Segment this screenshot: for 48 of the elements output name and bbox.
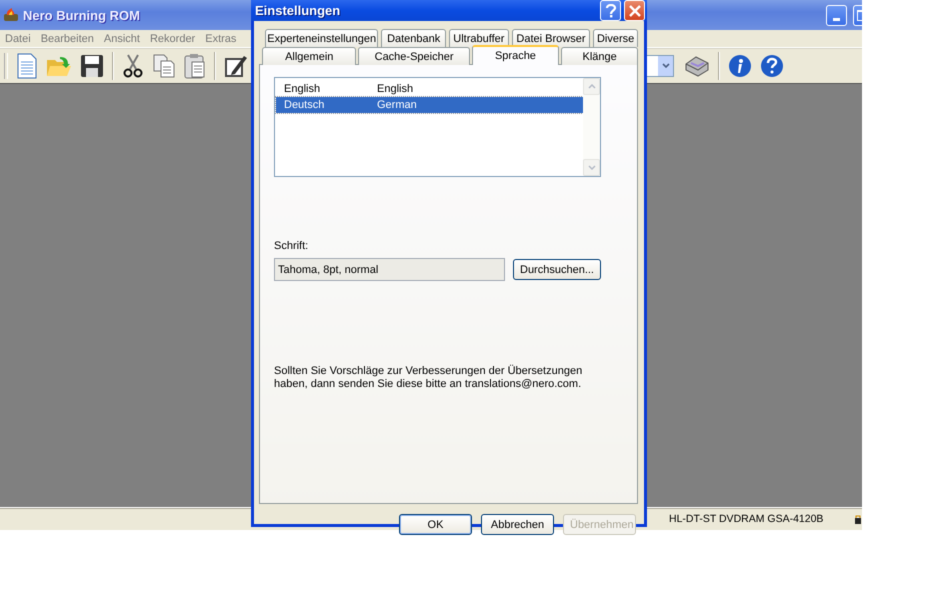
tab[interactable]: Datenbank bbox=[381, 29, 446, 47]
font-field[interactable]: Tahoma, 8pt, normal bbox=[274, 258, 505, 281]
help-button[interactable] bbox=[600, 0, 621, 21]
save-icon[interactable] bbox=[80, 54, 104, 78]
language-native-name: English bbox=[377, 83, 414, 95]
tab[interactable]: Klänge bbox=[561, 47, 638, 65]
minimize-button[interactable] bbox=[826, 4, 847, 26]
tab[interactable]: Diverse bbox=[593, 29, 638, 47]
caret-icon bbox=[662, 63, 670, 69]
info-icon[interactable] bbox=[728, 54, 752, 78]
tab[interactable]: Datei Browser bbox=[512, 29, 590, 47]
dialog-title: Einstellungen bbox=[255, 3, 340, 18]
flame-icon bbox=[3, 8, 19, 22]
language-name: Deutsch bbox=[284, 99, 326, 111]
close-button[interactable] bbox=[624, 0, 645, 21]
copy-icon[interactable] bbox=[152, 54, 176, 78]
new-document-icon[interactable] bbox=[16, 53, 38, 79]
browse-button[interactable]: Durchsuchen... bbox=[513, 259, 601, 280]
status-text: HL-DT-ST DVDRAM GSA-4120B bbox=[668, 513, 824, 525]
lock-icon bbox=[855, 514, 861, 524]
menu-item[interactable]: Bearbeiten bbox=[40, 32, 94, 44]
scissors-icon[interactable] bbox=[122, 54, 144, 78]
tab[interactable]: Sprache bbox=[472, 45, 560, 65]
tab[interactable]: Cache-Speicher bbox=[358, 47, 470, 65]
note-text: Sollten Sie Vorschläge zur Verbesserungen der Übersetzungen haben, dann senden Sie diese bitte an translations@nero.com. bbox=[274, 365, 584, 391]
font-label: Schrift: bbox=[274, 240, 310, 252]
drive-icon[interactable] bbox=[684, 54, 710, 78]
help-icon[interactable] bbox=[760, 54, 784, 78]
dialog-button[interactable]: Abbrechen bbox=[481, 514, 554, 535]
pencil-icon[interactable] bbox=[224, 54, 248, 78]
open-folder-icon[interactable] bbox=[46, 54, 72, 78]
language-name: English bbox=[284, 83, 322, 95]
window-title: Nero Burning ROM bbox=[23, 8, 140, 22]
tab[interactable]: Experteneinstellungen bbox=[265, 29, 378, 47]
paste-icon[interactable] bbox=[184, 53, 206, 79]
close-icon bbox=[628, 4, 640, 16]
tab[interactable]: Ultrabuffer bbox=[449, 29, 509, 47]
list-row[interactable]: Deutsch German bbox=[276, 97, 583, 113]
maximize-button[interactable] bbox=[853, 4, 862, 26]
menu-item[interactable]: Rekorder bbox=[150, 32, 196, 44]
menu-item[interactable]: Ansicht bbox=[104, 32, 140, 44]
menu-item[interactable]: Extras bbox=[205, 32, 236, 44]
language-native-name: German bbox=[377, 99, 417, 111]
tab[interactable]: Allgemein bbox=[262, 47, 356, 65]
menu-item[interactable]: Datei bbox=[5, 32, 31, 44]
dialog-button[interactable]: OK bbox=[399, 514, 472, 535]
list-row[interactable]: English English bbox=[276, 81, 583, 97]
question-mark-icon bbox=[604, 4, 616, 18]
